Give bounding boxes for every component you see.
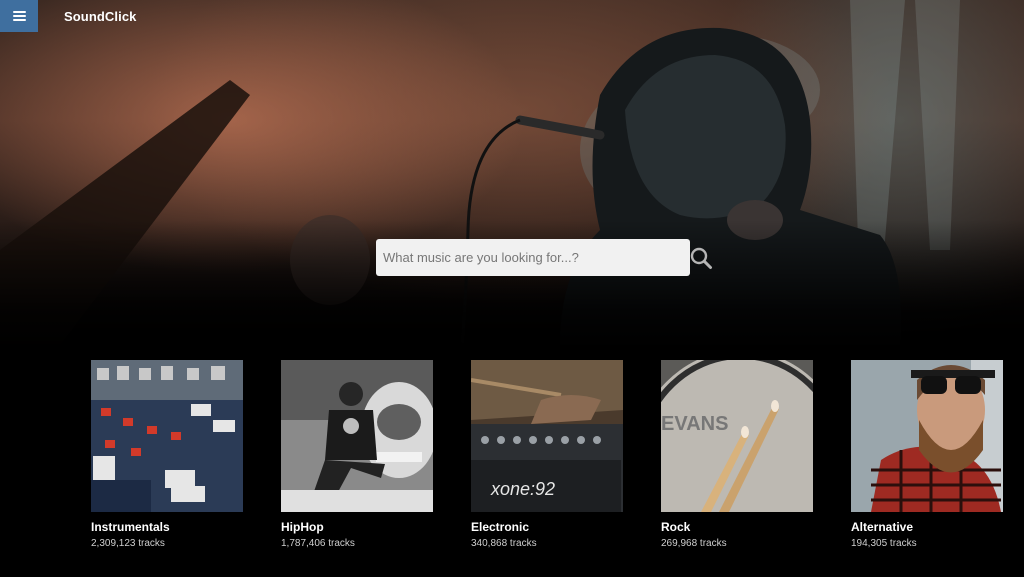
- search-input[interactable]: [376, 239, 676, 276]
- svg-text:EVANS: EVANS: [661, 413, 728, 435]
- hamburger-menu-icon: [12, 11, 26, 21]
- genre-card-electronic[interactable]: xone:92 Electronic 340,868 tracks: [471, 360, 623, 549]
- genre-image-alternative[interactable]: [851, 360, 1003, 512]
- genre-track-count: 194,305 tracks: [851, 538, 917, 549]
- genre-title[interactable]: Instrumentals: [91, 520, 243, 534]
- genre-track-count: 269,968 tracks: [661, 538, 727, 549]
- genre-image-instrumentals[interactable]: [91, 360, 243, 512]
- genre-title[interactable]: Rock: [661, 520, 813, 534]
- menu-button[interactable]: [0, 0, 38, 32]
- genre-image-electronic[interactable]: xone:92: [471, 360, 623, 512]
- hero-banner: [0, 0, 1024, 345]
- search-bar: [376, 239, 690, 276]
- genre-card-rock[interactable]: EVANS Rock 269,968 tracks: [661, 360, 813, 549]
- genre-track-count: 340,868 tracks: [471, 538, 537, 549]
- brand-logo[interactable]: SoundClick: [64, 9, 137, 24]
- search-icon[interactable]: [689, 246, 713, 270]
- genre-image-rock[interactable]: EVANS: [661, 360, 813, 512]
- genre-card-hiphop[interactable]: HipHop 1,787,406 tracks: [281, 360, 433, 549]
- genre-title[interactable]: Electronic: [471, 520, 623, 534]
- genre-track-count: 1,787,406 tracks: [281, 538, 355, 549]
- genre-track-count: 2,309,123 tracks: [91, 538, 165, 549]
- svg-text:xone:92: xone:92: [490, 479, 555, 499]
- genre-card-instrumentals[interactable]: Instrumentals 2,309,123 tracks: [91, 360, 243, 549]
- genre-title[interactable]: Alternative: [851, 520, 1003, 534]
- genre-title[interactable]: HipHop: [281, 520, 433, 534]
- genre-card-alternative[interactable]: Alternative 194,305 tracks: [851, 360, 1003, 549]
- genre-image-hiphop[interactable]: [281, 360, 433, 512]
